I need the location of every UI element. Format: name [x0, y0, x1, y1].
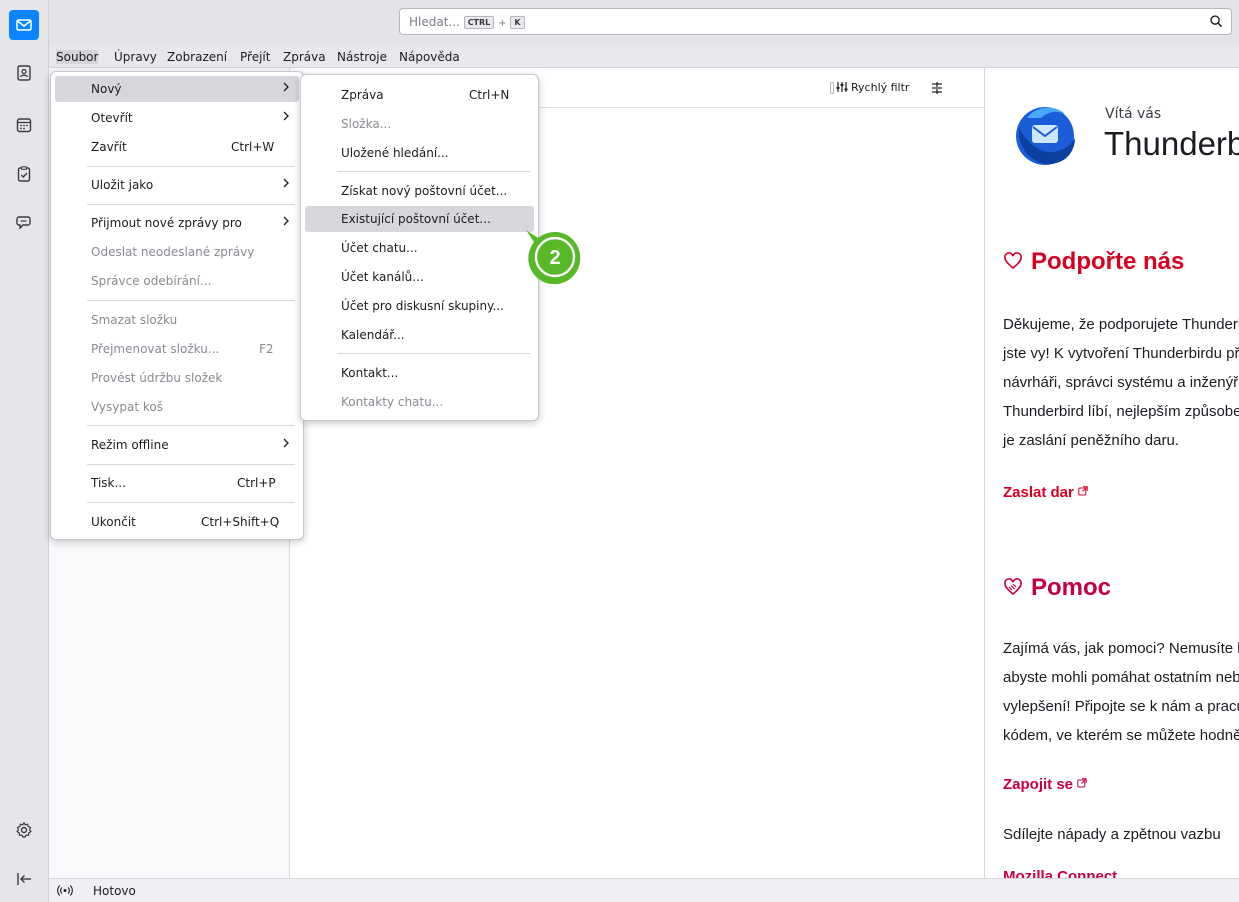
menu-separator: [87, 300, 295, 301]
menu-item-compact: Provést údržbu složek: [91, 371, 223, 385]
chevron-right-icon: [283, 111, 289, 121]
status-bar: Hotovo: [49, 878, 1239, 902]
handshake-icon: [1004, 578, 1022, 596]
search-icon: [1210, 15, 1223, 28]
menu-item-new[interactable]: Nový: [55, 76, 299, 102]
welcome-subtitle: Vítá vás: [1105, 106, 1162, 122]
external-link-icon: [1077, 778, 1087, 788]
start-page: Vítá vás Thunderbird Podpořte nás Děkuje…: [985, 68, 1239, 878]
menu-item-newsgroup-account[interactable]: Účet pro diskusní skupiny...: [305, 293, 534, 319]
chevron-right-icon: [283, 82, 289, 92]
help-heading: Pomoc: [1003, 574, 1111, 602]
menu-item-feed-account[interactable]: Účet kanálů...: [305, 264, 534, 290]
menu-item-open[interactable]: Otevřít: [55, 105, 299, 131]
menu-file[interactable]: Soubor: [56, 50, 99, 64]
heart-icon: [1004, 252, 1022, 270]
status-text: Hotovo: [93, 884, 136, 898]
menu-go[interactable]: Přejít: [240, 50, 270, 64]
chevron-right-icon: [283, 216, 289, 226]
thunderbird-logo: [1016, 107, 1075, 165]
menubar: Soubor Úpravy Zobrazení Přejít Zpráva Ná…: [49, 45, 1239, 68]
new-submenu: Zpráva Ctrl+N Složka... Uložené hledání.…: [300, 74, 539, 421]
menu-separator: [87, 464, 295, 465]
menu-item-chat-account[interactable]: Účet chatu...: [305, 235, 534, 261]
quick-filter-button[interactable]: Rychlý filtr: [836, 81, 909, 94]
unified-toolbar: Hledat... CTRL + K: [49, 0, 1239, 45]
online-status-icon[interactable]: [57, 884, 73, 897]
display-options-icon[interactable]: [930, 81, 944, 95]
menu-view[interactable]: Zobrazení: [167, 50, 227, 64]
menu-separator: [337, 171, 530, 172]
get-involved-link[interactable]: Zapojit se: [1003, 776, 1087, 793]
menu-item-calendar[interactable]: Kalendář...: [305, 322, 534, 348]
menu-item-delete-folder: Smazat složku: [91, 313, 178, 327]
menu-item-saved-search[interactable]: Uložené hledání...: [305, 140, 534, 166]
menu-item-get-new-account[interactable]: Získat nový poštovní účet...: [305, 178, 534, 204]
menu-item-rename-folder: Přejmenovat složku... F2: [91, 342, 274, 356]
settings-icon[interactable]: [9, 815, 39, 845]
menu-item-new-folder: Složka...: [341, 117, 392, 131]
mail-icon[interactable]: [9, 10, 39, 40]
share-text: Sdílejte nápady a zpětnou vazbu: [1003, 826, 1221, 843]
help-text: Zajímá vás, jak pomoci? Nemusíte být pro…: [1003, 640, 1239, 744]
menu-item-quit[interactable]: Ukončit Ctrl+Shift+Q: [55, 509, 299, 535]
menu-item-empty-trash: Vysypat koš: [91, 400, 163, 414]
step-badge-label: 2: [549, 247, 560, 269]
menu-item-new-message[interactable]: Zpráva Ctrl+N: [305, 82, 534, 108]
welcome-brand: Thunderbird: [1104, 125, 1239, 162]
menu-item-contact[interactable]: Kontakt...: [305, 360, 534, 386]
menu-separator: [87, 204, 295, 205]
search-input[interactable]: Hledat... CTRL + K: [399, 8, 1232, 35]
menu-item-chat-contacts: Kontakty chatu...: [341, 395, 444, 409]
menu-item-save-as[interactable]: Uložit jako: [55, 172, 299, 198]
menu-item-close[interactable]: Zavřít Ctrl+W: [55, 134, 299, 160]
file-menu: Nový Otevřít Zavřít Ctrl+W Uložit jako P…: [50, 71, 304, 540]
ctrl-key-hint: CTRL: [463, 16, 495, 29]
menu-separator: [87, 502, 295, 503]
quick-filter-separator: [830, 82, 834, 94]
menu-item-send-unsent: Odeslat neodeslané zprávy: [91, 245, 255, 259]
menu-message[interactable]: Zpráva: [283, 50, 326, 64]
search-placeholder: Hledat... CTRL + K: [409, 15, 525, 29]
menu-item-print[interactable]: Tisk... Ctrl+P: [55, 470, 299, 496]
menu-item-subscriptions: Správce odebírání...: [91, 274, 212, 288]
menu-help[interactable]: Nápověda: [399, 50, 460, 64]
step-badge: 2: [526, 230, 581, 284]
menu-tools[interactable]: Nástroje: [337, 50, 387, 64]
support-text: Děkujeme, že podporujete Thunderbird, pr…: [1003, 316, 1239, 449]
chevron-right-icon: [283, 438, 289, 448]
chevron-right-icon: [283, 178, 289, 188]
menu-item-offline[interactable]: Režim offline: [55, 432, 299, 458]
mozilla-connect-link[interactable]: Mozilla Connect: [1003, 868, 1117, 878]
address-book-icon[interactable]: [9, 58, 39, 88]
donate-link[interactable]: Zaslat dar: [1003, 484, 1088, 501]
calendar-icon[interactable]: [9, 110, 39, 140]
spaces-toolbar: [0, 0, 49, 902]
filter-icon: [836, 82, 848, 92]
tasks-icon[interactable]: [9, 159, 39, 189]
collapse-icon[interactable]: [9, 864, 39, 894]
menu-item-get-messages[interactable]: Přijmout nové zprávy pro: [55, 210, 299, 236]
menu-separator: [337, 353, 530, 354]
menu-item-existing-account[interactable]: Existující poštovní účet...: [305, 206, 534, 232]
menu-separator: [87, 425, 295, 426]
k-key-hint: K: [510, 16, 525, 29]
external-link-icon: [1078, 486, 1088, 496]
chat-icon[interactable]: [9, 207, 39, 237]
support-heading: Podpořte nás: [1003, 248, 1184, 276]
menu-separator: [87, 166, 295, 167]
menu-edit[interactable]: Úpravy: [114, 50, 157, 64]
